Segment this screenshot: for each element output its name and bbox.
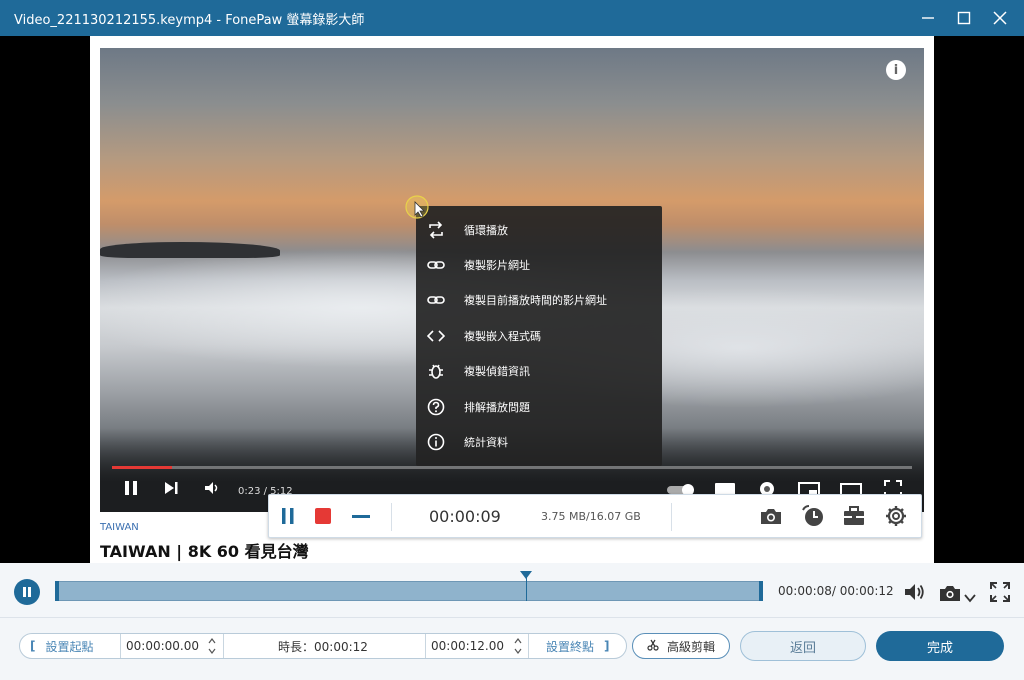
menu-item-copy-url[interactable]: 複製影片網址 bbox=[416, 247, 662, 282]
bug-icon bbox=[426, 361, 446, 381]
start-time-stepper[interactable] bbox=[207, 636, 217, 656]
toolbar-divider bbox=[391, 503, 392, 531]
expand-fullscreen-icon[interactable] bbox=[990, 582, 1010, 606]
start-time-field[interactable]: 00:00:00.00 bbox=[126, 634, 199, 658]
volume-icon[interactable] bbox=[903, 582, 927, 606]
menu-item-label: 排解播放問題 bbox=[464, 400, 530, 414]
stop-recording-icon[interactable] bbox=[313, 506, 333, 530]
recording-elapsed-time: 00:00:09 bbox=[429, 507, 501, 526]
end-time-stepper[interactable] bbox=[513, 636, 523, 656]
window-controls bbox=[910, 0, 1024, 36]
menu-item-copy-embed[interactable]: 複製嵌入程式碼 bbox=[416, 318, 662, 353]
menu-item-label: 循環播放 bbox=[464, 223, 508, 237]
trim-divider bbox=[223, 634, 224, 658]
video-context-menu: 循環播放 複製影片網址 複製目前播放時間的影片網址 複製嵌入程式碼 複製偵錯資訊… bbox=[416, 206, 662, 466]
menu-item-label: 複製影片網址 bbox=[464, 259, 530, 273]
set-start-label: 設置起點 bbox=[45, 639, 94, 654]
scissors-icon bbox=[647, 639, 659, 654]
mountain-ridge bbox=[100, 242, 280, 258]
menu-item-loop[interactable]: 循環播放 bbox=[416, 212, 662, 247]
menu-item-troubleshoot[interactable]: 排解播放問題 bbox=[416, 389, 662, 424]
volume-icon[interactable] bbox=[202, 478, 222, 502]
panel-divider bbox=[0, 617, 1024, 618]
recording-toolbar: 00:00:09 3.75 MB/16.07 GB bbox=[268, 494, 922, 538]
info-icon bbox=[426, 432, 446, 452]
trim-divider bbox=[120, 634, 121, 658]
channel-name[interactable]: TAIWAN bbox=[100, 522, 139, 533]
menu-item-copy-debug[interactable]: 複製偵錯資訊 bbox=[416, 354, 662, 389]
link-icon bbox=[426, 255, 446, 275]
trim-controls: [ 設置起點 00:00:00.00 時長：00:00:12 00:00:12.… bbox=[19, 633, 627, 659]
set-end-label: 設置終點 bbox=[546, 639, 595, 654]
set-start-button[interactable]: [ 設置起點 bbox=[30, 634, 94, 658]
recording-file-size: 3.75 MB/16.07 GB bbox=[541, 510, 641, 523]
trim-timeline[interactable] bbox=[55, 581, 763, 601]
toolbox-icon[interactable] bbox=[842, 505, 866, 531]
advanced-trim-label: 高級剪輯 bbox=[666, 639, 715, 654]
advanced-trim-button[interactable]: 高級剪輯 bbox=[632, 633, 730, 659]
duration-display: 時長：00:00:12 bbox=[278, 639, 368, 654]
trim-end-handle[interactable] bbox=[759, 581, 763, 601]
video-progress-fill bbox=[112, 466, 172, 469]
mouse-cursor-icon bbox=[404, 194, 430, 224]
next-icon[interactable] bbox=[162, 478, 180, 502]
end-time-field[interactable]: 00:00:12.00 bbox=[431, 634, 504, 658]
preview-pause-button[interactable] bbox=[14, 579, 40, 605]
app-window: Video_221130212155.keymp4 - FonePaw 螢幕錄影… bbox=[0, 0, 1024, 680]
done-button[interactable]: 完成 bbox=[876, 631, 1004, 661]
close-icon[interactable] bbox=[982, 0, 1018, 36]
minimize-toolbar-icon[interactable] bbox=[351, 506, 371, 530]
menu-item-stats[interactable]: 統計資料 bbox=[416, 424, 662, 459]
pause-icon bbox=[23, 587, 31, 597]
pause-recording-icon[interactable] bbox=[279, 506, 297, 530]
pause-icon[interactable] bbox=[122, 478, 140, 502]
menu-item-label: 複製偵錯資訊 bbox=[464, 365, 530, 379]
info-icon[interactable]: i bbox=[886, 60, 906, 80]
code-icon bbox=[426, 326, 446, 346]
minimize-icon[interactable] bbox=[910, 0, 946, 36]
video-frame[interactable]: i 0:23 / 5:12 循環播放 複製影片網址 複製目前播放時間的影片網址 … bbox=[100, 48, 924, 512]
schedule-timer-icon[interactable] bbox=[801, 504, 825, 532]
menu-item-copy-url-at-time[interactable]: 複製目前播放時間的影片網址 bbox=[416, 283, 662, 318]
playhead-line bbox=[526, 571, 527, 601]
trim-divider bbox=[528, 634, 529, 658]
back-button[interactable]: 返回 bbox=[740, 631, 866, 661]
recorder-settings-icon[interactable] bbox=[885, 505, 907, 531]
bracket-right-icon: ] bbox=[604, 639, 610, 653]
bracket-left-icon: [ bbox=[30, 639, 36, 653]
help-icon bbox=[426, 397, 446, 417]
set-end-button[interactable]: 設置終點 ] bbox=[546, 634, 610, 658]
toolbar-divider bbox=[671, 503, 672, 531]
web-page: i 0:23 / 5:12 循環播放 複製影片網址 複製目前播放時間的影片網址 … bbox=[90, 36, 934, 563]
trim-divider bbox=[425, 634, 426, 658]
snapshot-camera-icon[interactable] bbox=[939, 583, 963, 607]
window-title: Video_221130212155.keymp4 - FonePaw 螢幕錄影… bbox=[14, 12, 365, 28]
trim-start-handle[interactable] bbox=[55, 581, 59, 601]
screenshot-camera-icon[interactable] bbox=[759, 505, 783, 531]
playback-time-readout: 00:00:08/ 00:00:12 bbox=[778, 584, 894, 598]
video-progress-bar[interactable] bbox=[112, 466, 912, 469]
video-title: TAIWAN | 8K 60 看見台灣 bbox=[100, 542, 309, 561]
chevron-down-icon[interactable] bbox=[964, 588, 976, 607]
preview-stage: i 0:23 / 5:12 循環播放 複製影片網址 複製目前播放時間的影片網址 … bbox=[0, 36, 1024, 563]
menu-item-label: 複製目前播放時間的影片網址 bbox=[464, 294, 607, 308]
title-bar: Video_221130212155.keymp4 - FonePaw 螢幕錄影… bbox=[0, 0, 1024, 36]
menu-item-label: 複製嵌入程式碼 bbox=[464, 329, 541, 343]
menu-item-label: 統計資料 bbox=[464, 436, 508, 450]
maximize-icon[interactable] bbox=[946, 0, 982, 36]
link-icon bbox=[426, 290, 446, 310]
